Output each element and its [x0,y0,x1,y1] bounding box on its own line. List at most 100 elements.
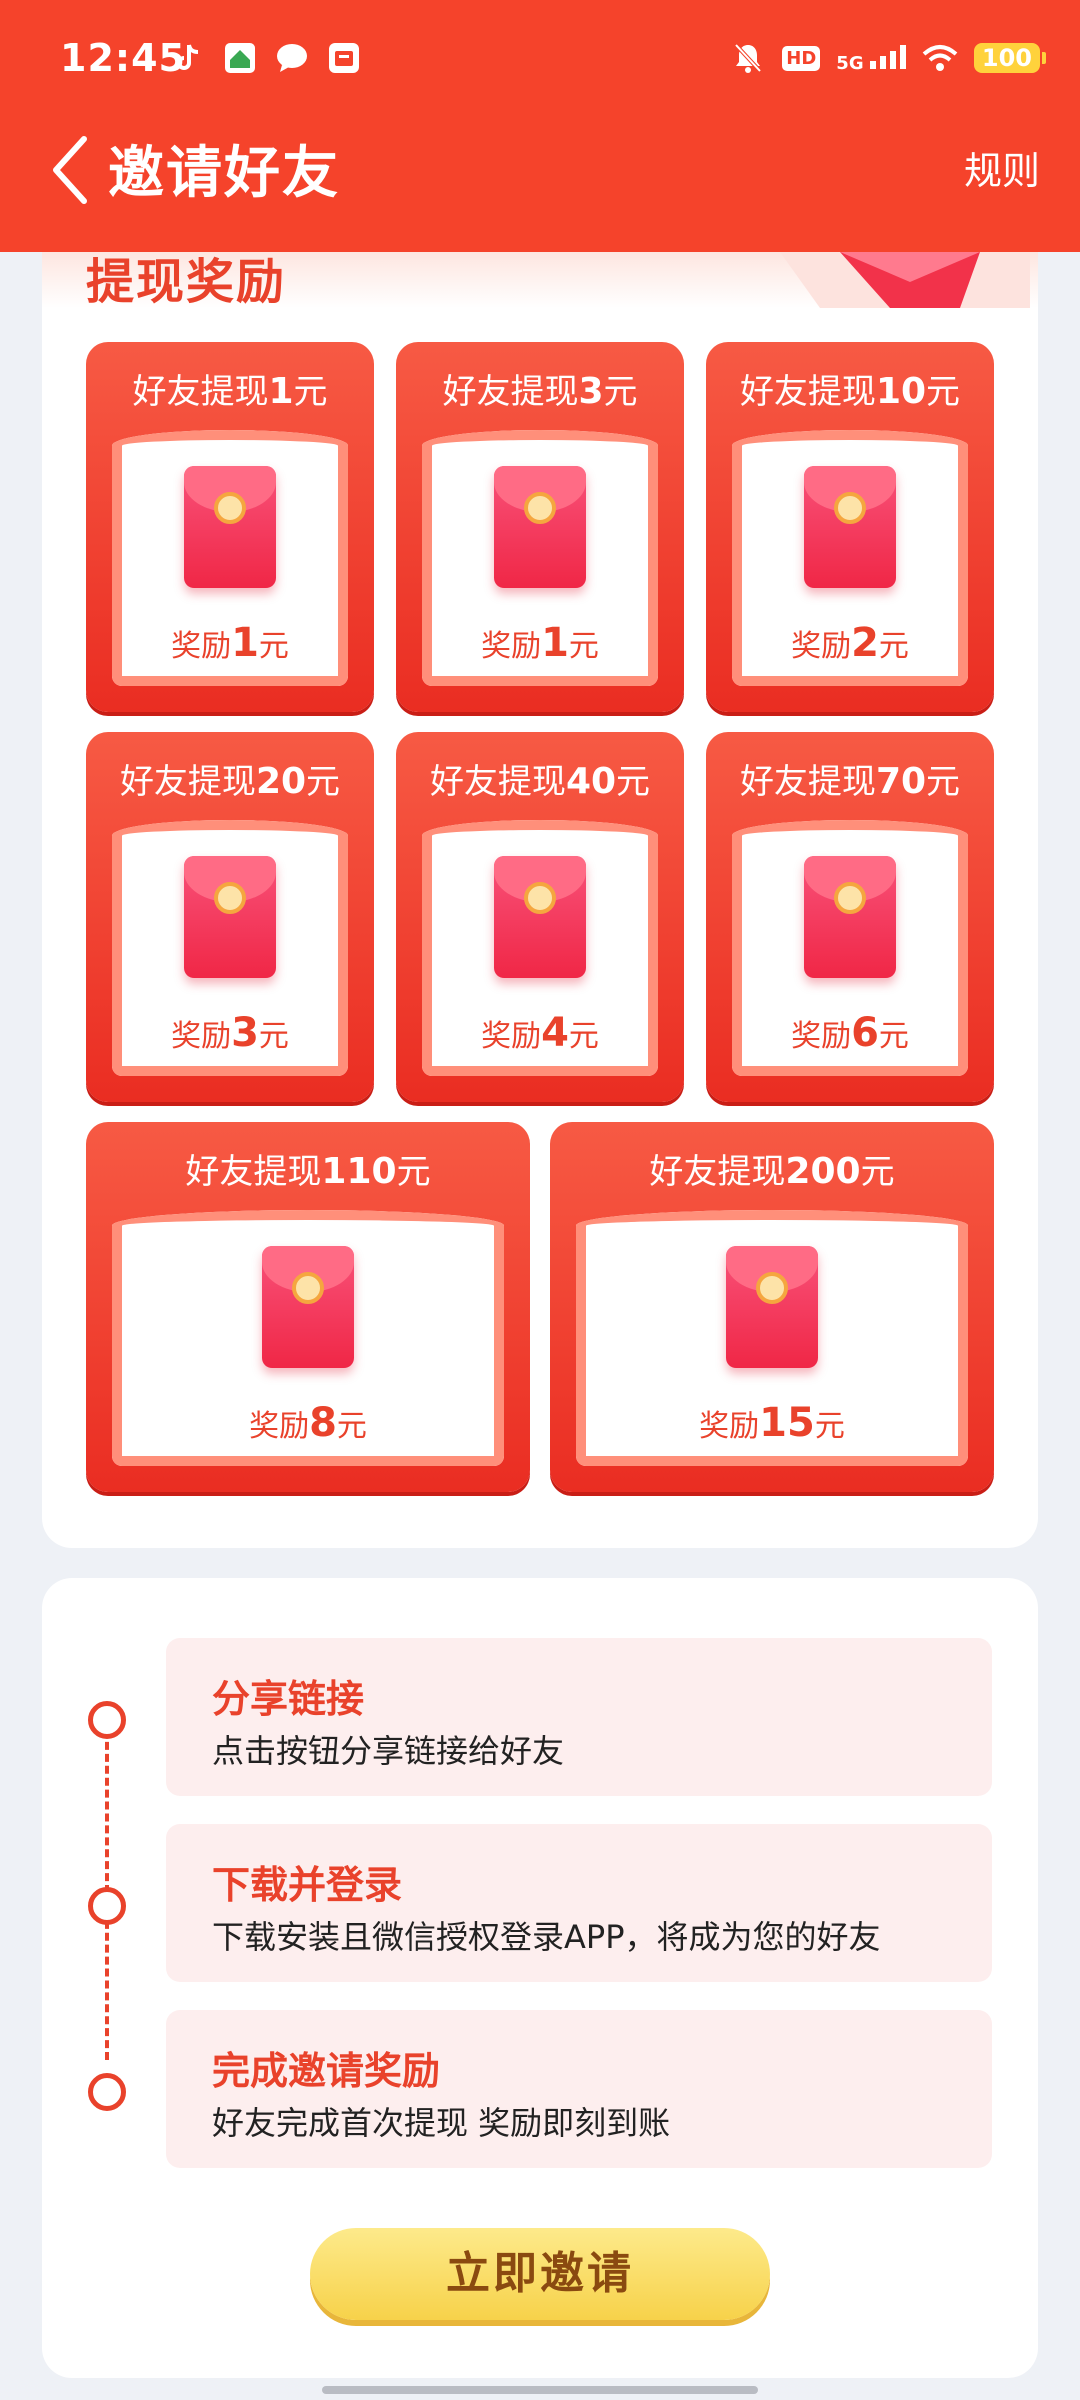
tile-withdraw-condition: 好友提现20元 [86,754,374,803]
tile-head-amount: 200 [785,1151,861,1192]
mute-bell-icon [730,40,766,76]
tile-head-unit: 元 [860,1152,895,1192]
reward-tile: 好友提现1元 奖励1元 [86,342,374,712]
tile-reward-prefix: 奖励 [249,1409,310,1444]
tile-withdraw-condition: 好友提现200元 [550,1144,994,1193]
tile-reward: 奖励6元 [732,1010,968,1056]
tile-reward-prefix: 奖励 [791,629,852,664]
signal-indicator: 5G [836,45,906,74]
tile-withdraw-condition: 好友提现1元 [86,364,374,413]
signal-bars-icon [869,45,906,69]
reward-tile: 好友提现200元 奖励15元 [550,1122,994,1492]
tile-reward-prefix: 奖励 [171,629,232,664]
tile-reward: 奖励1元 [112,620,348,666]
red-envelope-icon [726,1246,818,1368]
tile-withdraw-condition: 好友提现10元 [706,364,994,413]
reward-tile: 好友提现110元 奖励8元 [86,1122,530,1492]
red-envelope-icon [262,1246,354,1368]
tile-head-unit: 元 [603,372,638,412]
step-description: 点击按钮分享链接给好友 [212,1732,565,1770]
reward-section-title: 提现奖励 [86,254,287,310]
tile-withdraw-condition: 好友提现110元 [86,1144,530,1193]
tile-reward-unit: 元 [258,1019,289,1054]
tile-head-amount: 110 [321,1151,397,1192]
tiktok-icon [170,40,206,76]
step-title: 分享链接 [212,1677,365,1721]
rules-link[interactable]: 规则 [964,140,1040,195]
tile-head-unit: 元 [926,372,961,412]
reward-tile: 好友提现40元 奖励4元 [396,732,684,1102]
tile-inner-panel: 奖励3元 [112,820,348,1076]
step-3: 完成邀请奖励 好友完成首次提现 奖励即刻到账 [166,2010,992,2168]
tile-reward: 奖励15元 [576,1400,968,1446]
step-2: 下载并登录 下载安装且微信授权登录APP，将成为您的好友 [166,1824,992,1982]
tile-reward-amount: 4 [541,1010,569,1056]
tile-reward: 奖励3元 [112,1010,348,1056]
home-indicator[interactable] [322,2386,758,2394]
tile-reward-unit: 元 [258,629,289,664]
wifi-icon [922,40,958,76]
red-envelope-icon [804,856,896,978]
tile-inner-panel: 奖励8元 [112,1210,504,1466]
red-envelope-icon [184,856,276,978]
tile-withdraw-condition: 好友提现70元 [706,754,994,803]
tile-head-prefix: 好友提现 [649,1152,786,1192]
tile-reward-amount: 8 [309,1400,337,1446]
network-type: 5G [836,53,864,74]
step-title: 下载并登录 [212,1863,403,1907]
tile-inner-panel: 奖励4元 [422,820,658,1076]
tile-reward: 奖励1元 [422,620,658,666]
page-title: 邀请好友 [108,141,340,206]
tile-reward: 奖励8元 [112,1400,504,1446]
message-icon [274,40,310,76]
tile-inner-panel: 奖励15元 [576,1210,968,1466]
tile-head-prefix: 好友提现 [185,1152,322,1192]
tile-head-prefix: 好友提现 [739,372,876,412]
tile-withdraw-condition: 好友提现40元 [396,754,684,803]
tile-withdraw-condition: 好友提现3元 [396,364,684,413]
store-icon [326,40,362,76]
tile-head-unit: 元 [293,372,328,412]
step-1: 分享链接 点击按钮分享链接给好友 [166,1638,992,1796]
tile-head-unit: 元 [396,1152,431,1192]
step-description: 下载安装且微信授权登录APP，将成为您的好友 [212,1918,881,1956]
reward-tiles-grid: 好友提现1元 奖励1元 好友提现3元 奖励1元 好友提现10元 奖励2元 好友提现20元 奖励… [86,342,994,1492]
tile-inner-panel: 奖励1元 [422,430,658,686]
tile-reward-amount: 1 [231,620,259,666]
tile-reward-amount: 6 [851,1010,879,1056]
step-title: 完成邀请奖励 [212,2049,441,2093]
tile-head-unit: 元 [306,762,341,802]
decorative-envelope-illustration [780,252,1030,308]
tile-reward-amount: 1 [541,620,569,666]
hd-badge: HD [782,45,821,71]
tile-inner-panel: 奖励2元 [732,430,968,686]
tile-head-prefix: 好友提现 [132,372,269,412]
tile-reward-unit: 元 [568,629,599,664]
tile-reward-unit: 元 [568,1019,599,1054]
step-description: 好友完成首次提现 奖励即刻到账 [212,2104,671,2142]
app-header: 12:45 HD 5G 100 邀请好友 规则 [0,0,1080,252]
step-1-dot [88,1701,126,1739]
tile-head-amount: 3 [578,371,604,412]
reward-tile: 好友提现20元 奖励3元 [86,732,374,1102]
tile-head-prefix: 好友提现 [429,762,566,802]
tile-reward-unit: 元 [814,1409,845,1444]
app-home-icon [222,40,258,76]
status-time: 12:45 [60,36,186,80]
tile-reward: 奖励2元 [732,620,968,666]
nav-bar: 邀请好友 规则 [0,118,1080,252]
tile-head-prefix: 好友提现 [119,762,256,802]
tile-head-amount: 20 [255,761,307,802]
reward-tile: 好友提现10元 奖励2元 [706,342,994,712]
battery-indicator: 100 [973,43,1047,73]
back-button[interactable] [40,126,100,214]
tile-reward-amount: 15 [759,1400,815,1446]
tile-head-amount: 1 [268,371,294,412]
tile-head-prefix: 好友提现 [739,762,876,802]
red-envelope-icon [494,466,586,588]
invite-now-button[interactable]: 立即邀请 [310,2228,770,2320]
tile-reward-unit: 元 [878,1019,909,1054]
tile-reward-amount: 2 [851,620,879,666]
tile-head-amount: 40 [565,761,617,802]
tile-inner-panel: 奖励6元 [732,820,968,1076]
